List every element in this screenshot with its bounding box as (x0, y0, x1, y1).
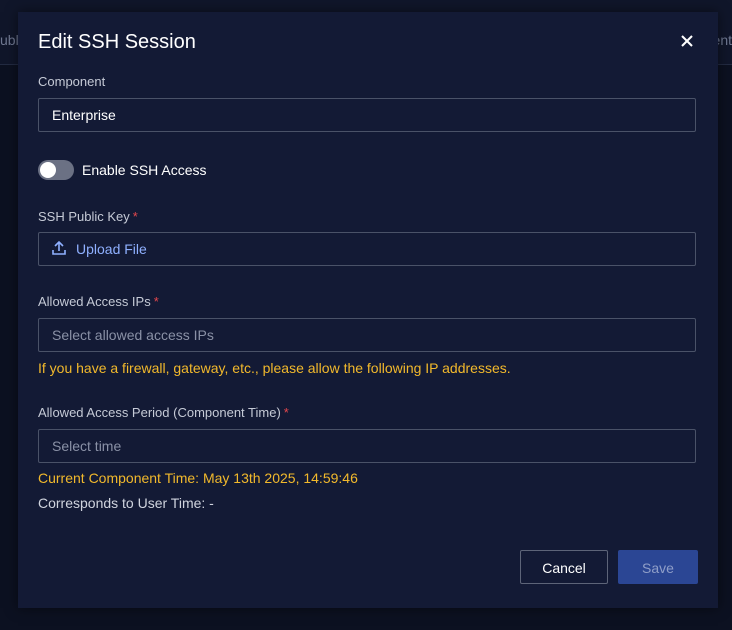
edit-ssh-session-dialog: Edit SSH Session Component Enterprise En… (18, 12, 718, 608)
required-mark: * (153, 294, 159, 309)
ssh-public-key-label: SSH Public Key * (38, 209, 138, 225)
allowed-ips-placeholder: Select allowed access IPs (52, 327, 214, 343)
enable-ssh-label: Enable SSH Access (82, 162, 207, 178)
cancel-button[interactable]: Cancel (520, 550, 608, 584)
enable-ssh-toggle[interactable] (38, 160, 74, 180)
allowed-ips-select[interactable]: Select allowed access IPs (38, 318, 696, 352)
component-label: Component (38, 74, 106, 89)
component-time-text: Current Component Time: May 13th 2025, 1… (38, 470, 358, 486)
access-period-select[interactable]: Select time (38, 429, 696, 463)
component-field: Enterprise (38, 98, 696, 132)
close-button[interactable] (676, 30, 698, 52)
dialog-title: Edit SSH Session (38, 31, 196, 53)
close-icon (681, 35, 693, 47)
user-time-text: Corresponds to User Time: - (38, 495, 214, 511)
save-button[interactable]: Save (618, 550, 698, 584)
upload-file-button[interactable]: Upload File (38, 232, 696, 266)
upload-icon (52, 240, 66, 255)
component-value: Enterprise (52, 107, 116, 123)
access-period-placeholder: Select time (52, 438, 122, 454)
allowed-ips-label-text: Allowed Access IPs (38, 294, 151, 309)
access-period-label-text: Allowed Access Period (Component Time) (38, 405, 281, 420)
ssh-public-key-label-text: SSH Public Key (38, 209, 130, 224)
upload-file-label: Upload File (76, 241, 147, 257)
toggle-knob (40, 162, 56, 178)
access-period-label: Allowed Access Period (Component Time) * (38, 405, 289, 421)
firewall-warning-text: If you have a firewall, gateway, etc., p… (38, 360, 511, 376)
required-mark: * (132, 209, 138, 224)
required-mark: * (283, 405, 289, 420)
allowed-ips-label: Allowed Access IPs * (38, 294, 159, 310)
